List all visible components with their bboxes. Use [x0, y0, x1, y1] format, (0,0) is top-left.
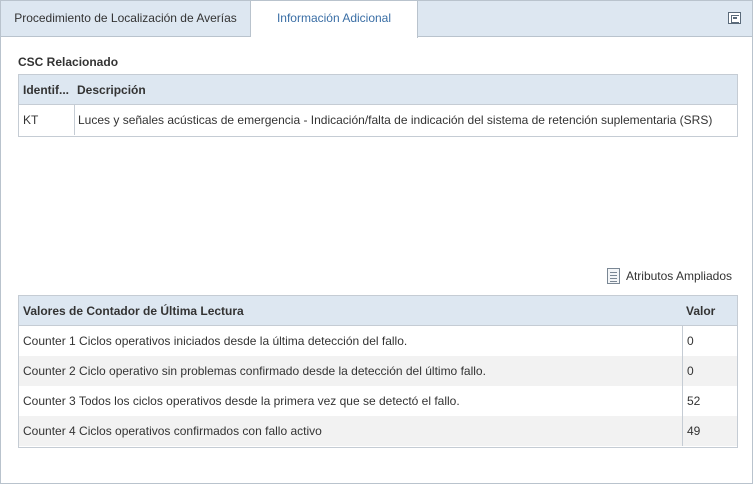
- table-row[interactable]: Counter 2 Ciclo operativo sin problemas …: [19, 356, 737, 386]
- table-row[interactable]: Counter 4 Ciclos operativos confirmados …: [19, 416, 737, 446]
- column-header-identifier[interactable]: Identif...: [19, 75, 74, 104]
- table-row[interactable]: KT Luces y señales acústicas de emergenc…: [19, 105, 737, 135]
- counter-value-cell: 52: [682, 386, 737, 416]
- column-header-description[interactable]: Descripción: [74, 75, 737, 104]
- counter-name-cell: Counter 2 Ciclo operativo sin problemas …: [23, 364, 486, 378]
- tab-troubleshooting-procedure[interactable]: Procedimiento de Localización de Averías: [1, 1, 251, 37]
- document-icon: [606, 268, 620, 284]
- csc-table-header: Identif... Descripción: [19, 75, 737, 105]
- collapse-panel-icon[interactable]: [728, 12, 741, 24]
- extended-attributes-link[interactable]: Atributos Ampliados: [606, 267, 732, 285]
- column-header-counter[interactable]: Valores de Contador de Última Lectura: [19, 296, 682, 325]
- extended-attributes-label: Atributos Ampliados: [625, 269, 732, 283]
- tab-bar: Procedimiento de Localización de Averías…: [1, 1, 752, 38]
- panel-frame: Procedimiento de Localización de Averías…: [0, 0, 753, 484]
- tab-additional-information[interactable]: Información Adicional: [251, 1, 418, 38]
- csc-section-title: CSC Relacionado: [18, 55, 119, 69]
- counter-name-cell: Counter 1 Ciclos operativos iniciados de…: [23, 334, 408, 348]
- table-row[interactable]: Counter 3 Todos los ciclos operativos de…: [19, 386, 737, 416]
- counters-table-header: Valores de Contador de Última Lectura Va…: [19, 296, 737, 326]
- csc-description-cell: Luces y señales acústicas de emergencia …: [74, 105, 737, 135]
- counter-value-cell: 0: [682, 356, 737, 386]
- csc-table: Identif... Descripción KT Luces y señale…: [18, 74, 738, 137]
- csc-identifier-cell: KT: [23, 113, 39, 127]
- counter-name-cell: Counter 4 Ciclos operativos confirmados …: [23, 424, 322, 438]
- counter-value-cell: 0: [682, 326, 737, 356]
- counter-name-cell: Counter 3 Todos los ciclos operativos de…: [23, 394, 460, 408]
- counters-table: Valores de Contador de Última Lectura Va…: [18, 295, 738, 448]
- counter-value-cell: 49: [682, 416, 737, 446]
- table-row[interactable]: Counter 1 Ciclos operativos iniciados de…: [19, 326, 737, 356]
- column-header-value[interactable]: Valor: [682, 296, 737, 325]
